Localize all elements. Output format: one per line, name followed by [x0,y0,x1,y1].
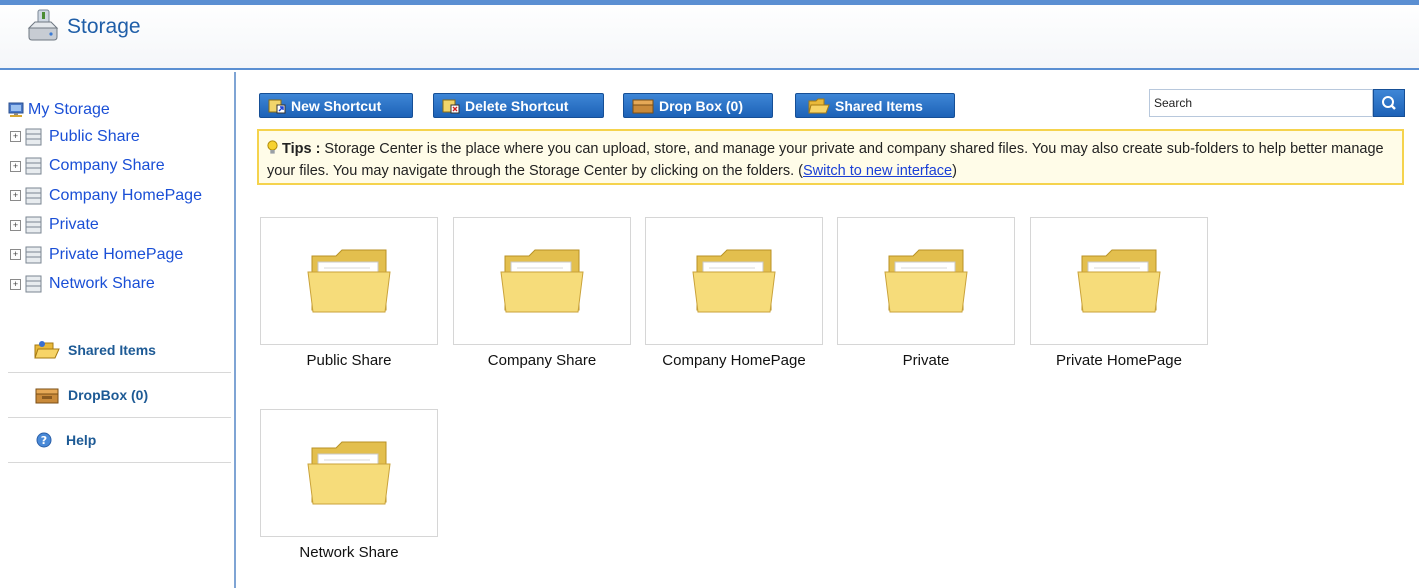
tree-item-label: Private HomePage [49,245,184,263]
tree-item-label: Private [49,216,99,234]
search-box [1149,89,1405,117]
folder-thumbnail[interactable] [453,217,631,345]
sidebar: My Storage + Public Share + Company Shar… [0,72,234,588]
tree-item-private-homepage[interactable]: + Private HomePage [8,240,202,270]
folder-thumbnail[interactable] [1030,217,1208,345]
page-title: Storage [67,15,141,38]
expand-icon[interactable]: + [10,160,21,172]
folder-tile-public-share[interactable]: Public Share [260,217,438,369]
new-shortcut-icon [268,99,286,113]
sidebar-link-dropbox[interactable]: DropBox (0) [8,373,231,418]
drive-icon [25,128,42,146]
folder-icon [884,249,968,313]
folder-icon [307,441,391,505]
folder-tile-company-homepage[interactable]: Company HomePage [645,217,823,369]
dropbox-icon [632,99,654,113]
tree-item-company-share[interactable]: + Company Share [8,152,202,182]
lightbulb-icon [267,140,278,154]
folder-thumbnail[interactable] [837,217,1015,345]
top-header: Storage [0,0,1419,70]
tips-label: Tips : [282,141,321,157]
folder-tile-network-share[interactable]: Network Share [260,409,438,561]
dropbox-icon [35,388,59,404]
folder-icon [307,249,391,313]
tips-suffix: ) [952,163,957,179]
delete-shortcut-icon [442,99,460,113]
computer-icon [8,102,24,117]
drop-box-label: Drop Box (0) [659,97,743,114]
storage-icon [26,9,60,48]
folder-thumbnail[interactable] [645,217,823,345]
folder-tile-private[interactable]: Private [837,217,1015,369]
folder-tile-private-homepage[interactable]: Private HomePage [1030,217,1208,369]
folder-tree: My Storage + Public Share + Company Shar… [8,98,202,299]
tree-root-label: My Storage [28,101,110,118]
sidebar-link-label: Shared Items [68,342,156,358]
tree-item-private[interactable]: + Private [8,211,202,241]
drop-box-button[interactable]: Drop Box (0) [623,93,773,118]
sidebar-links: Shared Items DropBox (0) ? Help [8,328,231,463]
header-divider [0,68,1419,70]
folder-icon [692,249,776,313]
folder-tile-company-share[interactable]: Company Share [453,217,631,369]
header-accent-bar [0,0,1419,5]
tree-item-label: Company Share [49,157,165,175]
drive-icon [25,275,42,293]
drive-icon [25,246,42,264]
folder-label: Private [902,352,950,369]
drive-icon [25,187,42,205]
tips-panel: Tips : Storage Center is the place where… [257,129,1404,185]
switch-interface-link[interactable]: Switch to new interface [803,163,952,179]
expand-icon[interactable]: + [10,278,21,290]
tree-root-my-storage[interactable]: My Storage [8,98,202,122]
new-shortcut-label: New Shortcut [291,97,382,114]
shared-items-label: Shared Items [835,97,923,114]
tree-item-label: Public Share [49,127,140,145]
delete-shortcut-label: Delete Shortcut [465,97,569,114]
folder-thumbnail[interactable] [260,409,438,537]
help-icon: ? [36,432,52,448]
sidebar-link-label: Help [66,432,97,448]
folder-thumbnail[interactable] [260,217,438,345]
expand-icon[interactable]: + [10,190,21,202]
drive-icon [25,157,42,175]
shared-folder-icon [34,341,60,359]
shared-items-button[interactable]: Shared Items [795,93,955,118]
search-icon [1382,96,1396,110]
shared-folder-icon [808,98,830,113]
folder-icon [1077,249,1161,313]
tree-item-label: Network Share [49,275,155,293]
folder-label: Private HomePage [1056,352,1182,369]
drive-icon [25,216,42,234]
expand-icon[interactable]: + [10,131,21,143]
sidebar-link-help[interactable]: ? Help [8,418,231,463]
tree-item-public-share[interactable]: + Public Share [8,122,202,152]
new-shortcut-button[interactable]: New Shortcut [259,93,413,118]
sidebar-link-label: DropBox (0) [68,387,149,403]
folder-icon [500,249,584,313]
folder-label: Company Share [487,352,597,369]
search-button[interactable] [1373,89,1405,117]
search-input[interactable] [1149,89,1373,117]
folder-label: Network Share [299,544,399,561]
delete-shortcut-button[interactable]: Delete Shortcut [433,93,604,118]
folder-label: Public Share [306,352,392,369]
expand-icon[interactable]: + [10,219,21,231]
expand-icon[interactable]: + [10,249,21,261]
svg-text:?: ? [41,434,47,447]
folder-label: Company HomePage [662,352,806,369]
tree-item-label: Company HomePage [49,186,202,204]
tree-item-company-homepage[interactable]: + Company HomePage [8,181,202,211]
sidebar-link-shared-items[interactable]: Shared Items [8,328,231,373]
tree-item-network-share[interactable]: + Network Share [8,270,202,300]
sidebar-divider [234,72,236,588]
